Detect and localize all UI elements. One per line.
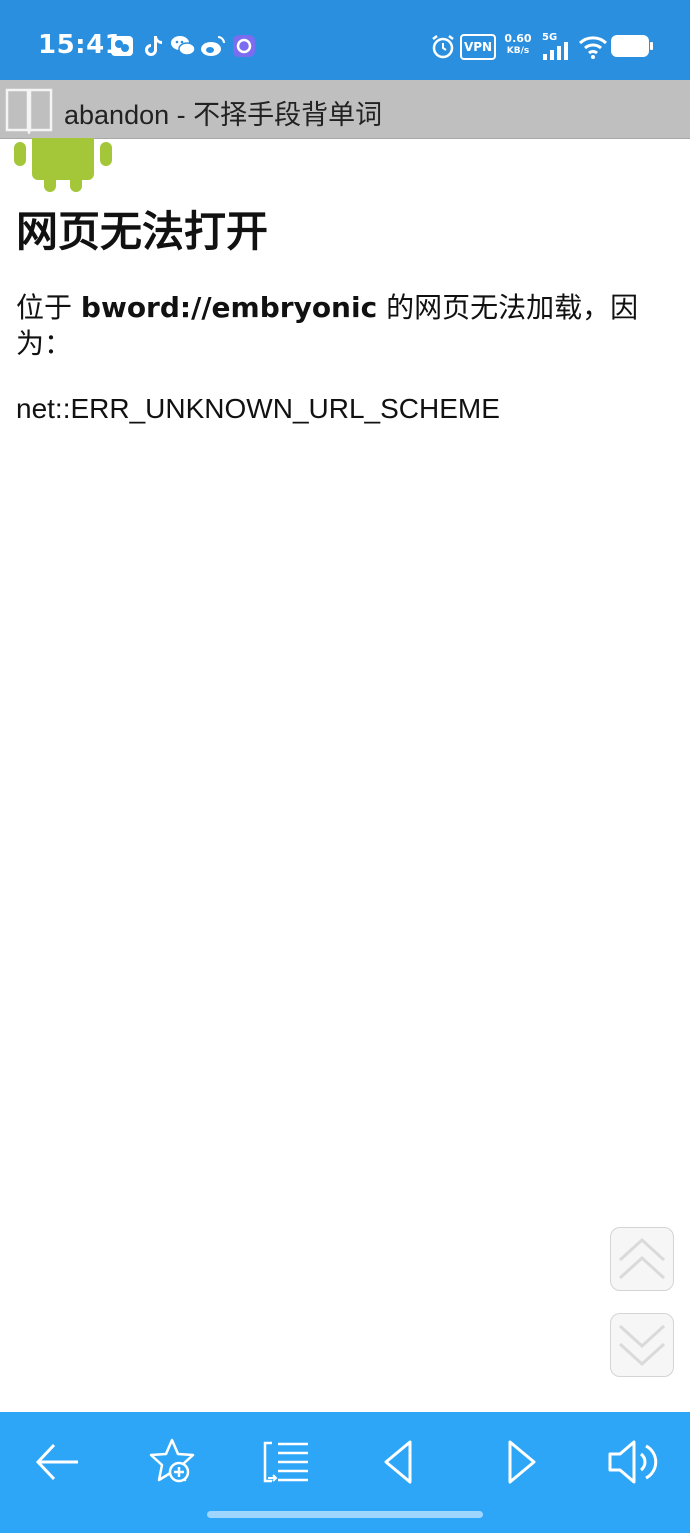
next-icon[interactable] (492, 1434, 548, 1490)
browser-app-icon (233, 35, 255, 57)
weibo-icon (201, 36, 225, 56)
screen: 15:41 VPN 0.60 KB/s 5G abandon - 不择手段背单词… (0, 0, 690, 1533)
wechat-icon (171, 36, 196, 56)
home-indicator[interactable] (207, 1511, 483, 1518)
error-url: bword://embryonic (80, 291, 378, 324)
net-speed-value: 0.60 (504, 32, 532, 45)
word-list-icon[interactable] (258, 1434, 314, 1490)
android-robot-icon (14, 138, 112, 192)
chevron-double-down-icon (618, 1324, 666, 1367)
error-description: 位于 bword://embryonic 的网页无法加载，因为： (16, 290, 666, 362)
add-favorite-icon[interactable] (144, 1434, 200, 1490)
speaker-icon[interactable] (604, 1434, 660, 1490)
book-icon[interactable] (4, 84, 54, 134)
battery-icon (611, 35, 653, 57)
wifi-icon (578, 36, 608, 59)
previous-icon[interactable] (372, 1434, 428, 1490)
back-arrow-icon[interactable] (30, 1434, 86, 1490)
scroll-down-button[interactable] (610, 1313, 674, 1377)
status-bar: 15:41 VPN 0.60 KB/s 5G (0, 0, 690, 80)
vpn-badge: VPN (460, 34, 496, 60)
error-desc-prefix: 位于 (16, 291, 81, 324)
gallery-app-icon (111, 36, 133, 56)
scroll-up-button[interactable] (610, 1227, 674, 1291)
chevron-double-up-icon (618, 1237, 666, 1280)
alarm-icon (432, 35, 454, 59)
page-title: abandon - 不择手段背单词 (64, 100, 383, 130)
title-bar: abandon - 不择手段背单词 (0, 80, 690, 139)
error-code: net::ERR_UNKNOWN_URL_SCHEME (16, 393, 500, 424)
net-speed-unit: KB/s (506, 46, 530, 56)
net-speed: 0.60 KB/s (502, 33, 534, 57)
error-heading: 网页无法打开 (16, 207, 269, 256)
signal-icon (543, 42, 568, 60)
tiktok-icon (145, 36, 162, 56)
